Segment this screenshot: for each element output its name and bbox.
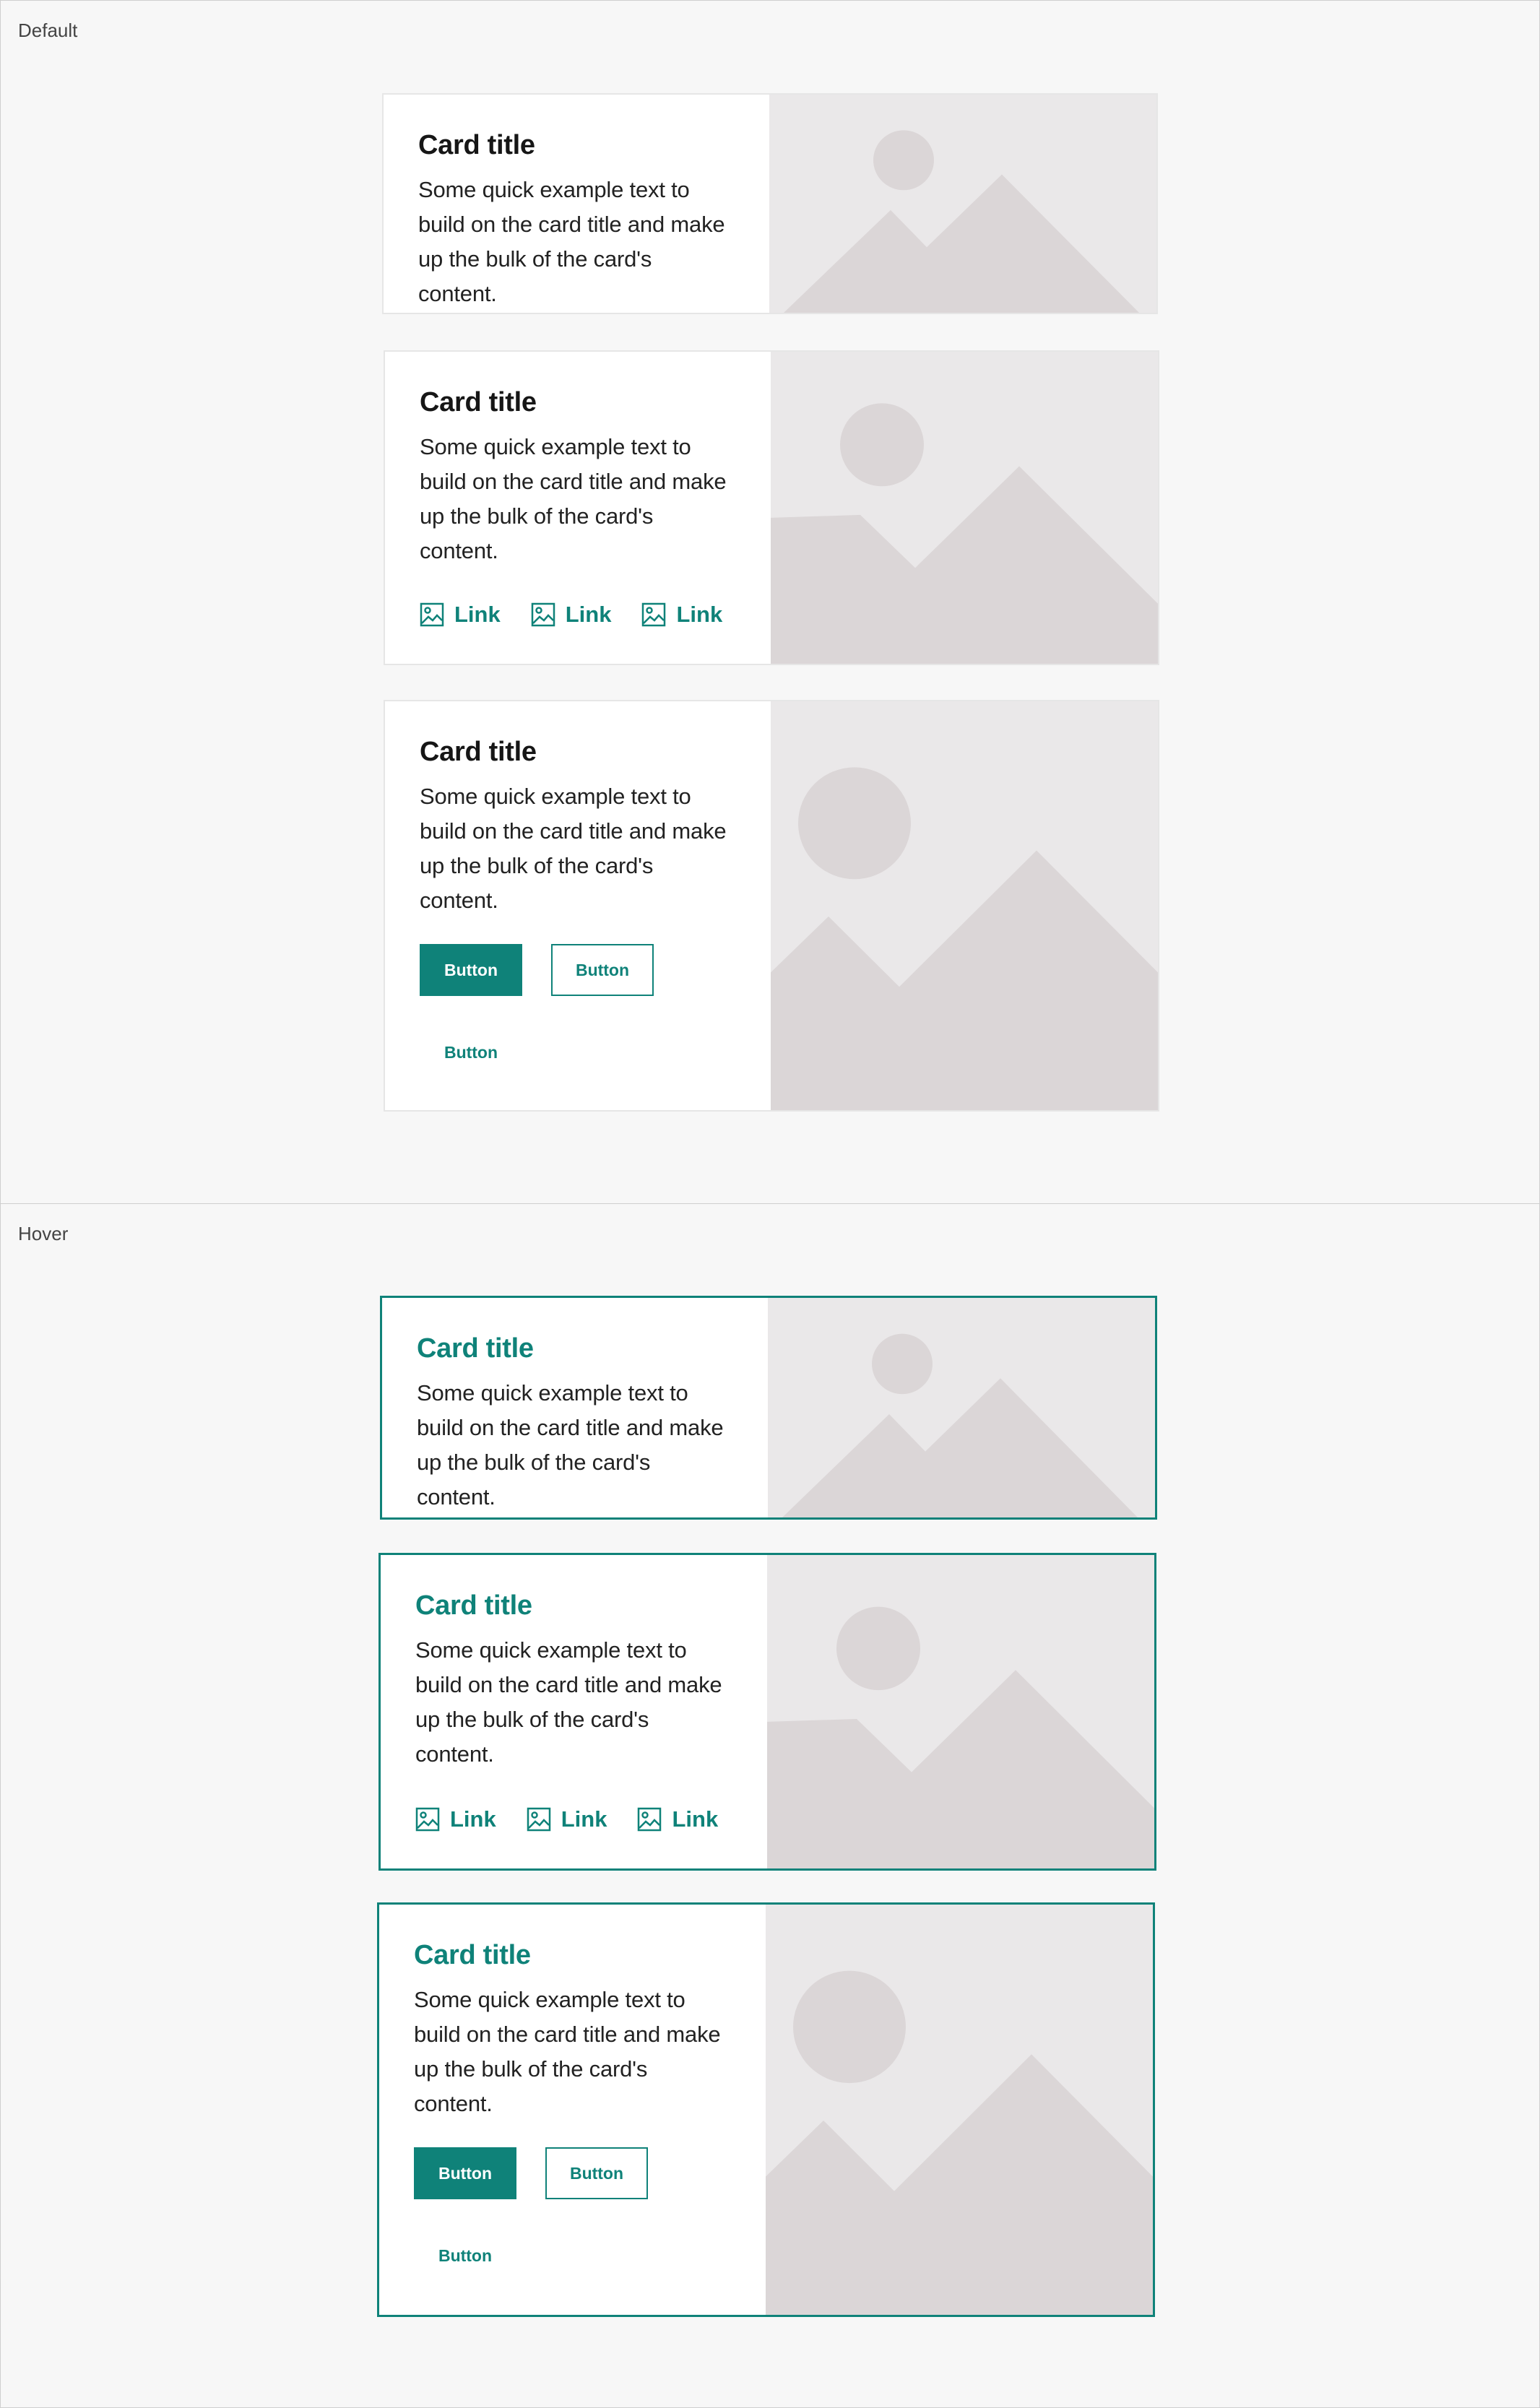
text-button[interactable]: Button bbox=[414, 2230, 516, 2282]
image-placeholder-icon bbox=[771, 403, 1158, 664]
card-title: Card title bbox=[418, 130, 535, 160]
image-placeholder-icon bbox=[766, 1970, 1153, 2315]
card-basic-hover[interactable]: Card title Some quick example text to bu… bbox=[380, 1296, 1157, 1520]
image-placeholder-icon bbox=[784, 130, 1139, 313]
card-buttons-hover[interactable]: Card title Some quick example text to bu… bbox=[377, 1902, 1155, 2317]
image-placeholder bbox=[767, 1555, 1154, 1868]
image-placeholder-icon bbox=[782, 1333, 1138, 1517]
card-link[interactable]: Link bbox=[420, 602, 501, 628]
card-link[interactable]: Link bbox=[415, 1806, 496, 1832]
image-placeholder bbox=[766, 1905, 1153, 2315]
card-basic-default[interactable]: Card title Some quick example text to bu… bbox=[382, 93, 1158, 314]
card-links-hover[interactable]: Card title Some quick example text to bu… bbox=[378, 1553, 1156, 1871]
card-buttons-default[interactable]: Card title Some quick example text to bu… bbox=[384, 700, 1159, 1112]
card-text: Some quick example text to build on the … bbox=[420, 783, 727, 913]
card-body: Card title Some quick example text to bu… bbox=[382, 1298, 769, 1517]
card-title: Card title bbox=[415, 1590, 532, 1621]
image-placeholder bbox=[771, 352, 1158, 664]
image-icon bbox=[638, 1807, 662, 1832]
image-icon bbox=[415, 1807, 440, 1832]
card-text: Some quick example text to build on the … bbox=[420, 433, 727, 563]
image-icon bbox=[531, 602, 555, 627]
link-label: Link bbox=[454, 602, 501, 627]
card-link[interactable]: Link bbox=[531, 602, 612, 628]
card-links-default[interactable]: Card title Some quick example text to bu… bbox=[384, 350, 1159, 665]
image-icon bbox=[527, 1807, 550, 1832]
outline-button[interactable]: Button bbox=[545, 2147, 648, 2199]
card-actions: Button Button bbox=[414, 2147, 648, 2199]
link-label: Link bbox=[450, 1806, 496, 1832]
image-placeholder bbox=[768, 1298, 1155, 1517]
image-placeholder-icon bbox=[767, 1606, 1154, 1868]
card-text: Some quick example text to build on the … bbox=[414, 1986, 721, 2116]
card-title: Card title bbox=[417, 1333, 534, 1364]
card-text: Some quick example text to build on the … bbox=[417, 1380, 724, 1510]
text-button[interactable]: Button bbox=[420, 1026, 522, 1078]
primary-button[interactable]: Button bbox=[414, 2147, 516, 2199]
section-label-hover: Hover bbox=[18, 1223, 69, 1244]
card-links: Link Link Link bbox=[415, 1806, 718, 1832]
section-label-default: Default bbox=[18, 20, 78, 41]
link-label: Link bbox=[565, 602, 612, 627]
link-label: Link bbox=[672, 1806, 719, 1832]
default-section: Default Card title Some quick example te… bbox=[0, 0, 1540, 1205]
image-placeholder-icon bbox=[771, 767, 1158, 1110]
hover-section: Hover Card title Some quick example text… bbox=[0, 1203, 1540, 2408]
card-title: Card title bbox=[414, 1940, 531, 1970]
card-text: Some quick example text to build on the … bbox=[418, 176, 725, 306]
card-actions: Button Button bbox=[420, 944, 654, 996]
primary-button[interactable]: Button bbox=[420, 944, 522, 996]
image-placeholder bbox=[769, 95, 1156, 313]
card-links: Link Link Link bbox=[420, 602, 722, 628]
card-body: Card title Some quick example text to bu… bbox=[384, 95, 771, 313]
card-link[interactable]: Link bbox=[527, 1806, 607, 1832]
image-icon bbox=[642, 602, 666, 627]
card-text: Some quick example text to build on the … bbox=[415, 1637, 722, 1767]
card-title: Card title bbox=[420, 737, 537, 767]
link-label: Link bbox=[561, 1806, 607, 1832]
card-title: Card title bbox=[420, 387, 537, 417]
link-label: Link bbox=[676, 602, 723, 627]
outline-button[interactable]: Button bbox=[551, 944, 654, 996]
image-placeholder bbox=[771, 701, 1158, 1110]
card-link[interactable]: Link bbox=[641, 602, 722, 628]
card-link[interactable]: Link bbox=[637, 1806, 718, 1832]
image-icon bbox=[420, 602, 444, 627]
